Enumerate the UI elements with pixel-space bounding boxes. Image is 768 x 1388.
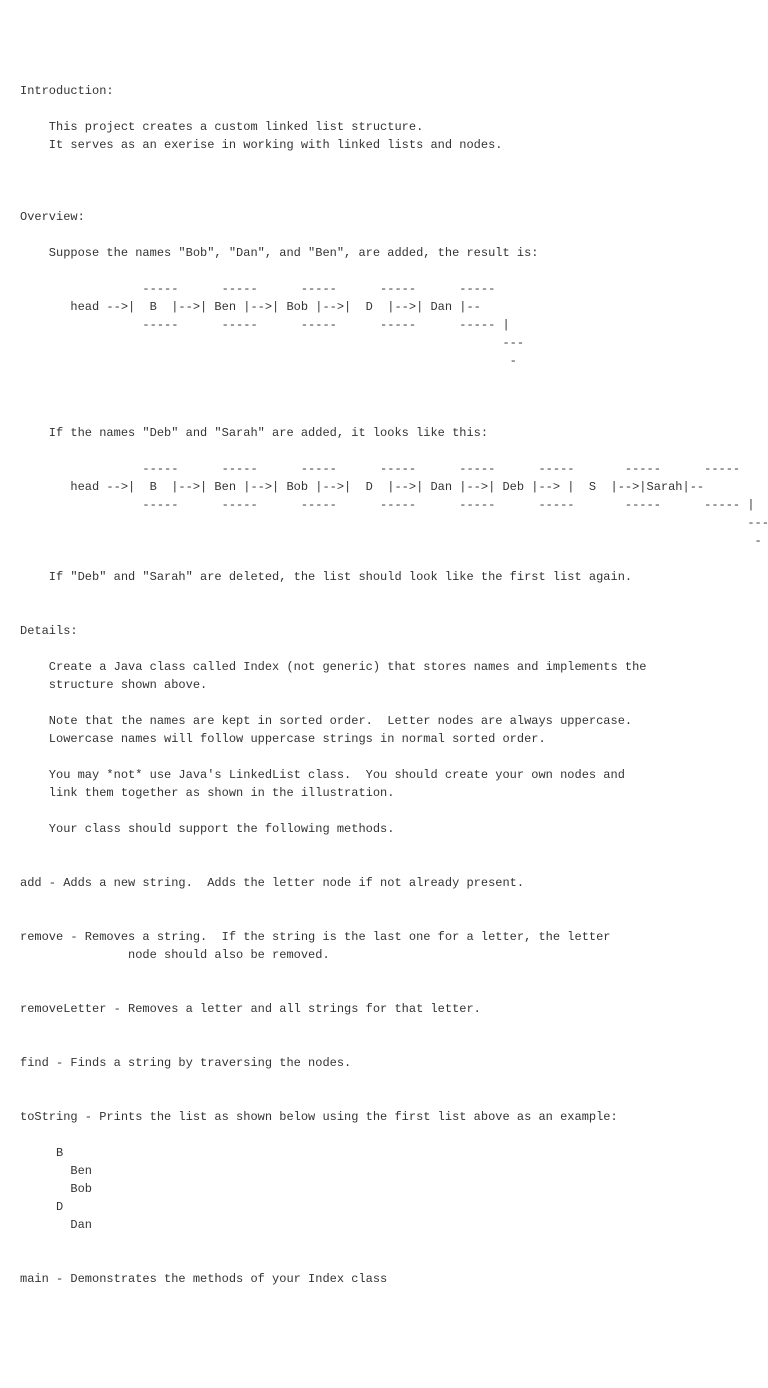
- overview-line-3: If "Deb" and "Sarah" are deleted, the li…: [20, 570, 632, 584]
- diagram1-line-5: -: [20, 354, 517, 368]
- details-p1b: structure shown above.: [20, 678, 207, 692]
- details-heading: Details:: [20, 624, 78, 638]
- method-find: find - Finds a string by traversing the …: [20, 1056, 351, 1070]
- details-p3b: link them together as shown in the illus…: [20, 786, 394, 800]
- overview-line-1: Suppose the names "Bob", "Dan", and "Ben…: [20, 246, 538, 260]
- intro-line-1: This project creates a custom linked lis…: [20, 120, 423, 134]
- details-p2b: Lowercase names will follow uppercase st…: [20, 732, 546, 746]
- overview-heading: Overview:: [20, 210, 85, 224]
- details-p4: Your class should support the following …: [20, 822, 394, 836]
- method-remove-b: node should also be removed.: [20, 948, 330, 962]
- details-p3a: You may *not* use Java's LinkedList clas…: [20, 768, 625, 782]
- method-add: add - Adds a new string. Adds the letter…: [20, 876, 524, 890]
- intro-heading: Introduction:: [20, 84, 114, 98]
- method-removeLetter: removeLetter - Removes a letter and all …: [20, 1002, 481, 1016]
- example-l5: Dan: [20, 1218, 92, 1232]
- diagram1-line-3: ----- ----- ----- ----- ----- |: [20, 318, 510, 332]
- details-p1a: Create a Java class called Index (not ge…: [20, 660, 647, 674]
- method-remove-a: remove - Removes a string. If the string…: [20, 930, 611, 944]
- diagram2-line-5: -: [20, 534, 762, 548]
- overview-line-2: If the names "Deb" and "Sarah" are added…: [20, 426, 488, 440]
- diagram2-line-4: ---: [20, 516, 768, 530]
- example-l3: Bob: [20, 1182, 92, 1196]
- diagram1-line-4: ---: [20, 336, 524, 350]
- diagram2-line-3: ----- ----- ----- ----- ----- ----- ----…: [20, 498, 755, 512]
- method-main: main - Demonstrates the methods of your …: [20, 1272, 387, 1286]
- example-l2: Ben: [20, 1164, 92, 1178]
- document-body: Introduction: This project creates a cus…: [20, 82, 748, 1288]
- intro-line-2: It serves as an exerise in working with …: [20, 138, 502, 152]
- details-p2a: Note that the names are kept in sorted o…: [20, 714, 632, 728]
- method-toString: toString - Prints the list as shown belo…: [20, 1110, 618, 1124]
- example-l1: B: [20, 1146, 63, 1160]
- diagram2-line-2: head -->| B |-->| Ben |-->| Bob |-->| D …: [20, 480, 704, 494]
- diagram1-line-2: head -->| B |-->| Ben |-->| Bob |-->| D …: [20, 300, 481, 314]
- example-l4: D: [20, 1200, 63, 1214]
- diagram2-line-1: ----- ----- ----- ----- ----- ----- ----…: [20, 462, 740, 476]
- diagram1-line-1: ----- ----- ----- ----- -----: [20, 282, 495, 296]
